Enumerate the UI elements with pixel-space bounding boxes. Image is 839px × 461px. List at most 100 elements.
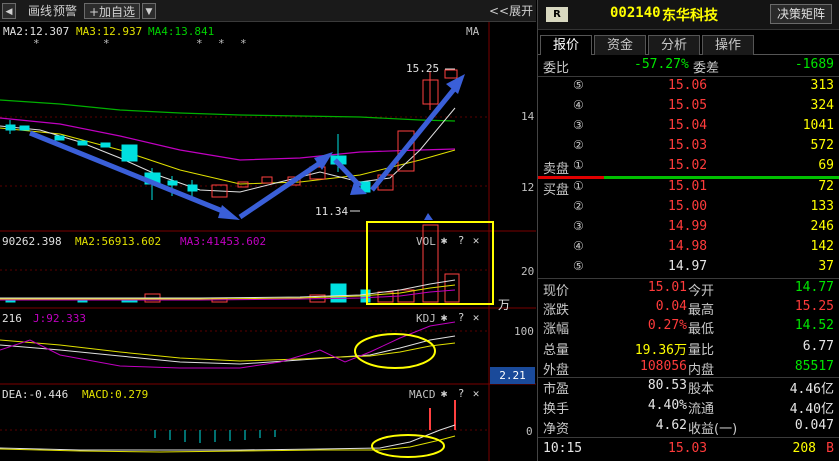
order-ratio-value: -57.27%: [634, 57, 689, 72]
macd-y-axis-label: 0: [526, 425, 533, 438]
macd-value-label: MACD:0.279: [82, 388, 149, 401]
marker-star: *: [240, 37, 247, 50]
buy-volume: 142: [810, 239, 834, 254]
buy-price: 15.01: [668, 179, 708, 194]
stat-row: 换手 4.40% 流通 4.40亿: [538, 397, 839, 418]
stat-label: 最高: [688, 303, 715, 318]
buy-row[interactable]: ③ 14.99 246: [538, 218, 839, 239]
tab-operation[interactable]: 操作: [702, 35, 754, 55]
buy-row[interactable]: ② 15.00 133: [538, 198, 839, 219]
buy-row[interactable]: 买盘 ① 15.01 72: [538, 178, 839, 199]
tick-row: 10:15 15.03 208 B: [538, 440, 839, 461]
tab-funds[interactable]: 资金: [594, 35, 646, 55]
sell-row[interactable]: ③ 15.04 1041: [538, 117, 839, 138]
stat-row: 涨跌 0.04 最高 15.25: [538, 298, 839, 319]
stat-label: 净资: [543, 422, 570, 437]
order-diff-value: -1689: [794, 57, 834, 72]
sell-volume: 69: [818, 158, 834, 173]
vol-ma3-label: MA3:41453.602: [180, 235, 267, 248]
tab-quote[interactable]: 报价: [540, 35, 592, 55]
tick-price: 15.03: [668, 441, 708, 456]
stat-value: 0.04: [655, 299, 687, 314]
stat-value: 108056: [640, 359, 687, 374]
stat-label: 外盘: [543, 363, 570, 378]
order-ratio-label: 委比: [543, 61, 570, 76]
sell-label: 卖盘: [543, 162, 570, 177]
buy-volume: 133: [810, 199, 834, 214]
stat-label: 量比: [688, 343, 715, 358]
stat-value: 14.77: [794, 280, 834, 295]
buy-price: 14.98: [668, 239, 708, 254]
sell-price: 15.05: [668, 98, 708, 113]
sell-price: 15.06: [668, 78, 708, 93]
sell-index: ⑤: [573, 78, 584, 92]
buy-volume: 72: [818, 179, 834, 194]
buy-index: ④: [573, 239, 584, 253]
stat-row: 现价 15.01 今开 14.77: [538, 279, 839, 300]
vol-y-axis-label: 20: [521, 265, 535, 278]
buy-row[interactable]: ⑤ 14.97 37: [538, 258, 839, 279]
buy-volume: 37: [818, 259, 834, 274]
stat-value: 0.27%: [647, 318, 687, 333]
sell-row[interactable]: ② 15.03 572: [538, 137, 839, 158]
stat-row: 市盈 80.53 股本 4.46亿: [538, 377, 839, 398]
sell-volume: 572: [810, 138, 834, 153]
stat-row: 总量 19.36万 量比 6.77: [538, 338, 839, 359]
y-axis-label-14: 14: [521, 110, 535, 123]
stat-label: 收益(一): [688, 422, 738, 437]
macd-close-icon[interactable]: ✕: [470, 387, 482, 400]
stat-row: 涨幅 0.27% 最低 14.52: [538, 317, 839, 338]
cursor-value-badge: 2.21: [490, 367, 535, 384]
chart-area[interactable]: ◀ 画线 预警 +加自选 ▼ <<展开 MA2:12.307 MA3:12.93…: [0, 0, 536, 461]
macd-help-icon[interactable]: ?: [455, 387, 467, 400]
decision-matrix-button[interactable]: 决策矩阵: [770, 4, 832, 24]
quote-tabs: 报价 资金 分析 操作: [538, 35, 839, 55]
stat-row: 净资 4.62 收益(一) 0.047: [538, 417, 839, 438]
buy-row[interactable]: ④ 14.98 142: [538, 238, 839, 259]
marker-star: *: [196, 37, 203, 50]
buy-index: ③: [573, 219, 584, 233]
vol-close-icon[interactable]: ✕: [470, 234, 482, 247]
buy-index: ②: [573, 199, 584, 213]
vol-unit-label: 万: [498, 298, 511, 312]
buy-volume: 246: [810, 219, 834, 234]
vol-gear-icon[interactable]: ✱: [438, 234, 450, 247]
stat-value: 15.25: [794, 299, 834, 314]
tick-direction: B: [826, 441, 834, 456]
marker-star: *: [103, 37, 110, 50]
kdj-close-icon[interactable]: ✕: [470, 311, 482, 324]
stock-code: 002140: [610, 5, 661, 21]
kdj-d-label: 216: [2, 312, 22, 325]
macd-dea-label: DEA:-0.446: [2, 388, 69, 401]
vol-help-icon[interactable]: ?: [455, 234, 467, 247]
y-axis-label-12: 12: [521, 181, 535, 194]
buy-index: ①: [573, 179, 584, 193]
sell-row[interactable]: ④ 15.05 324: [538, 97, 839, 118]
kdj-y-axis-label: 100: [514, 325, 534, 338]
sell-row[interactable]: ⑤ 15.06 313: [538, 77, 839, 98]
kdj-help-icon[interactable]: ?: [455, 311, 467, 324]
kdj-indicator-tag[interactable]: KDJ: [416, 312, 436, 325]
buy-index: ⑤: [573, 259, 584, 273]
stat-label: 今开: [688, 284, 715, 299]
kdj-gear-icon[interactable]: ✱: [438, 311, 450, 324]
stat-value: 4.46亿: [789, 382, 834, 397]
order-diff-label: 委差: [693, 61, 720, 76]
r-badge: R: [546, 7, 568, 22]
stat-value: 14.52: [794, 318, 834, 333]
ma-indicator-tag[interactable]: MA: [466, 25, 479, 38]
sell-row[interactable]: 卖盘 ① 15.02 69: [538, 157, 839, 178]
vol-ma2-label: MA2:56913.602: [75, 235, 162, 248]
marker-star: *: [218, 37, 225, 50]
macd-gear-icon[interactable]: ✱: [438, 387, 450, 400]
stat-label: 涨幅: [543, 322, 570, 337]
stat-label: 市盈: [543, 382, 570, 397]
buy-label: 买盘: [543, 183, 570, 198]
marker-star: *: [33, 37, 40, 50]
vol-indicator-tag[interactable]: VOL: [416, 235, 436, 248]
sell-volume: 313: [810, 78, 834, 93]
macd-indicator-tag[interactable]: MACD: [409, 388, 436, 401]
quote-panel: R 002140 东华科技 决策矩阵 报价 资金 分析 操作 委比 -57.27…: [537, 0, 839, 461]
ma4-label: MA4:13.841: [148, 25, 215, 38]
tab-analysis[interactable]: 分析: [648, 35, 700, 55]
